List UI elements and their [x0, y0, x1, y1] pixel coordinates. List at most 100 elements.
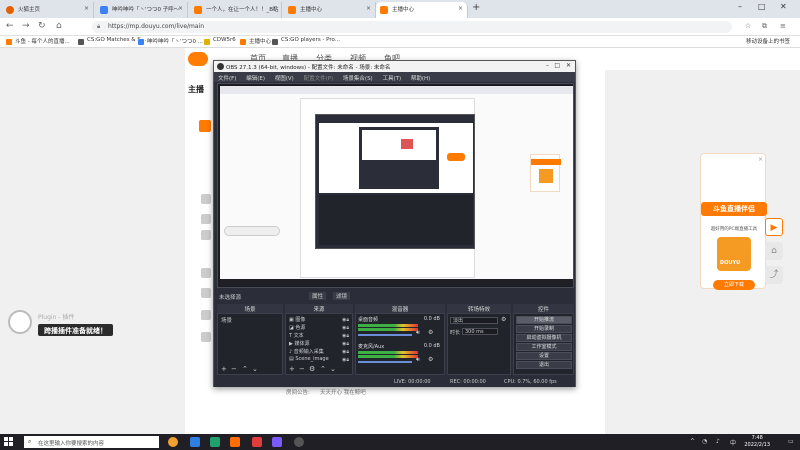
move-up-icon[interactable]: ⌃	[242, 365, 248, 373]
gear-icon[interactable]: ⚙	[428, 329, 433, 336]
volume-slider[interactable]	[358, 334, 412, 336]
reload-icon[interactable]: ↻	[38, 21, 46, 31]
browser-tab[interactable]: 呻吟呻吟「丶'つつ0 子呼～ ×	[96, 2, 188, 18]
volume-icon[interactable]: ♪	[716, 438, 720, 445]
minimize-icon[interactable]: –	[546, 62, 549, 69]
settings-button[interactable]: 设置	[516, 352, 572, 360]
browser-tab[interactable]: 火狐主页 ×	[2, 2, 94, 18]
firefox-taskbar-icon[interactable]	[168, 437, 178, 447]
source-item[interactable]: T 文本	[289, 332, 304, 339]
forward-icon[interactable]: →	[22, 21, 30, 31]
filters-button[interactable]: 滤镜	[333, 292, 351, 300]
add-scene-icon[interactable]: +	[221, 365, 227, 373]
app-taskbar-icon[interactable]	[272, 437, 282, 447]
browser-tab[interactable]: 一个人，在让一个人！！_B站 ×	[190, 2, 282, 18]
menu-profile[interactable]: 配置文件(P)	[304, 76, 334, 82]
taskbar-clock[interactable]: 7:48 2022/2/13	[744, 435, 770, 449]
bookmark-item[interactable]: 呻吟呻吟「丶'つつ0 ...	[138, 37, 203, 45]
share-float-icon[interactable]: ⤴	[765, 266, 783, 284]
close-icon[interactable]: ×	[366, 5, 371, 12]
menu-tools[interactable]: 工具(T)	[382, 76, 401, 82]
obs-preview[interactable]	[217, 83, 574, 288]
close-icon[interactable]: ×	[458, 5, 463, 12]
maximize-icon[interactable]: □	[758, 2, 766, 11]
duration-input[interactable]: 300 ms	[462, 328, 498, 335]
download-button[interactable]: 立即下载	[713, 280, 755, 290]
close-icon[interactable]: ×	[178, 5, 183, 12]
source-item[interactable]: ▤ Scene_image	[289, 356, 329, 362]
transition-select[interactable]: 淡出	[450, 317, 498, 324]
move-down-icon[interactable]: ⌄	[330, 365, 336, 373]
speaker-icon[interactable]: 🔊︎	[416, 356, 420, 364]
source-item[interactable]: ◪ 色源	[289, 324, 305, 331]
close-icon[interactable]: ×	[84, 5, 89, 12]
remove-source-icon[interactable]: −	[299, 365, 305, 373]
bookmark-item[interactable]: 斗鱼 - 每个人的直播...	[6, 37, 70, 45]
sidebar-live-icon[interactable]	[199, 120, 211, 132]
tray-up-icon[interactable]: ^	[690, 438, 695, 445]
sidebar-icon[interactable]	[201, 268, 211, 278]
sidebar-icon[interactable]	[201, 194, 211, 204]
network-icon[interactable]: ◔	[702, 438, 707, 445]
sidebar-icon[interactable]	[201, 310, 211, 320]
sidebar-icon[interactable]	[201, 332, 211, 342]
home-float-icon[interactable]: ⌂	[765, 242, 783, 260]
notification-icon[interactable]: ▭	[788, 438, 794, 445]
source-item[interactable]: ▣ 图像	[289, 316, 305, 323]
move-up-icon[interactable]: ⌃	[320, 365, 326, 373]
close-icon[interactable]: ×	[272, 5, 277, 12]
extensions-icon[interactable]: ⧉	[762, 22, 767, 31]
gear-icon[interactable]: ⚙	[309, 365, 315, 373]
menu-file[interactable]: 文件(F)	[218, 76, 236, 82]
app-taskbar-icon[interactable]	[210, 437, 220, 447]
add-source-icon[interactable]: +	[289, 365, 295, 373]
sidebar-icon[interactable]	[201, 230, 211, 240]
bookmark-item[interactable]: CS:GO Matches & S...	[78, 37, 146, 45]
source-item[interactable]: ▶ 媒体源	[289, 340, 309, 347]
menu-view[interactable]: 视图(V)	[275, 76, 294, 82]
taskbar-search[interactable]: ⌕ 在这里输入你要搜索的内容	[24, 436, 159, 448]
menu-help[interactable]: 帮助(H)	[411, 76, 430, 82]
minimize-icon[interactable]: –	[738, 2, 742, 11]
sidebar-icon[interactable]	[201, 214, 211, 224]
studio-mode-button[interactable]: 工作室模式	[516, 343, 572, 351]
gear-icon[interactable]: ⚙	[501, 316, 506, 323]
start-streaming-button[interactable]: 开始推流	[516, 316, 572, 324]
source-item[interactable]: ♪ 音频输入采集	[289, 348, 324, 355]
virtual-camera-button[interactable]: 启动虚拟摄像机	[516, 334, 572, 342]
bookmark-item[interactable]: CDW5r6	[204, 37, 236, 45]
ime-icon[interactable]: 中	[730, 438, 736, 447]
app-taskbar-icon[interactable]	[230, 437, 240, 447]
bookmark-item[interactable]: CS:GO players - Pro...	[272, 37, 340, 45]
mobile-bookmarks[interactable]: 移动设备上的书签	[746, 37, 790, 45]
gear-icon[interactable]: ⚙	[428, 356, 433, 363]
menu-edit[interactable]: 编辑(E)	[246, 76, 265, 82]
scene-item[interactable]: 场景	[219, 316, 281, 324]
url-input[interactable]: 🔒︎ https://mp.douyu.com/live/main	[92, 21, 732, 33]
close-icon[interactable]: ×	[758, 156, 763, 163]
bookmark-item[interactable]: 主播中心	[240, 37, 271, 45]
sidebar-icon[interactable]	[201, 288, 211, 298]
speaker-icon[interactable]: 🔊︎	[416, 329, 420, 337]
move-down-icon[interactable]: ⌄	[252, 365, 258, 373]
home-icon[interactable]: ⌂	[56, 21, 62, 31]
close-icon[interactable]: ✕	[566, 62, 571, 69]
browser-tab[interactable]: 主播中心 ×	[284, 2, 376, 18]
browser-tab-active[interactable]: 主播中心 ×	[376, 2, 468, 18]
douyu-logo[interactable]	[188, 52, 208, 66]
menu-scene-collection[interactable]: 场景集合(S)	[343, 76, 373, 82]
exit-button[interactable]: 退出	[516, 361, 572, 369]
close-window-icon[interactable]: ✕	[780, 2, 787, 11]
obs-taskbar-icon[interactable]	[294, 437, 304, 447]
properties-button[interactable]: 属性	[309, 292, 327, 300]
remove-scene-icon[interactable]: −	[231, 365, 237, 373]
volume-slider[interactable]	[358, 361, 412, 363]
windows-start-icon[interactable]	[4, 437, 14, 447]
visibility-lock-icons[interactable]: ◉🔒︎ ◉🔒︎ ◉🔒︎ ◉🔒︎ ◉🔒︎ ◉🔒︎	[342, 316, 349, 364]
menu-icon[interactable]: ≡	[780, 22, 786, 30]
back-icon[interactable]: ←	[6, 21, 14, 31]
new-tab-button[interactable]: +	[472, 2, 480, 13]
edge-taskbar-icon[interactable]	[190, 437, 200, 447]
maximize-icon[interactable]: □	[554, 62, 560, 69]
start-recording-button[interactable]: 开始录制	[516, 325, 572, 333]
